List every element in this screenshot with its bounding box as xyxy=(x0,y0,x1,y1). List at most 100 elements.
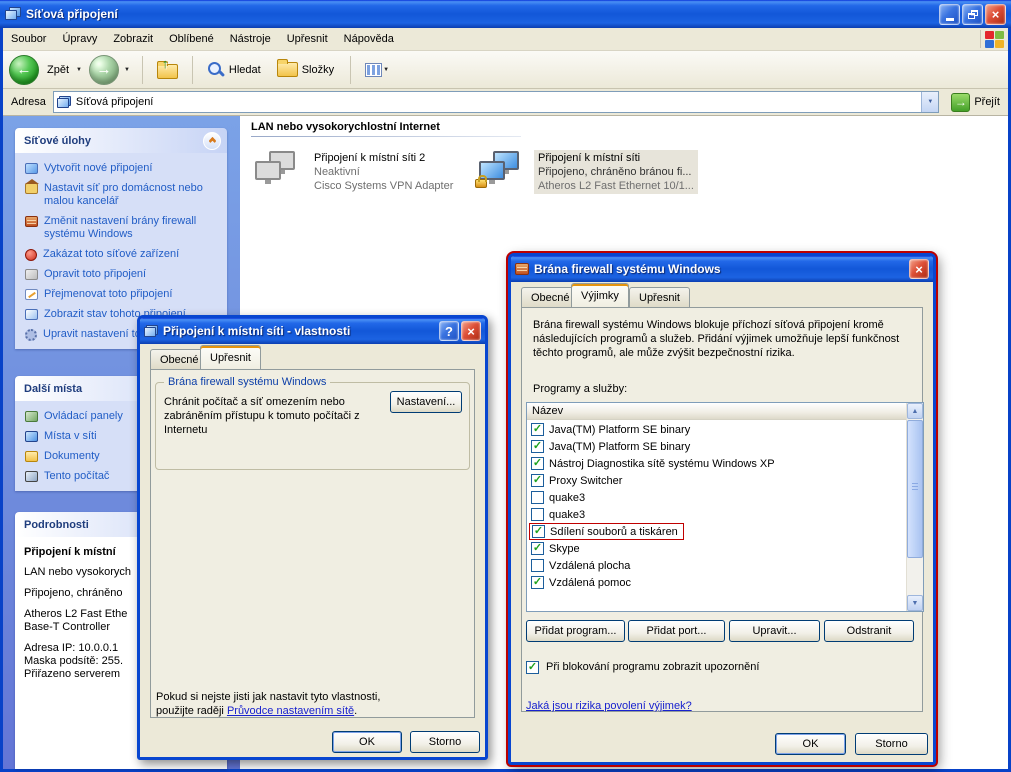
checkbox-checked[interactable]: ✓ xyxy=(531,423,544,436)
menu-oblibene[interactable]: Oblíbené xyxy=(161,29,222,49)
connection-icon xyxy=(144,325,158,338)
checkbox-unchecked[interactable] xyxy=(531,508,544,521)
views-dropdown-icon: ▼ xyxy=(383,67,389,73)
address-input[interactable]: Síťová připojení ▼ xyxy=(53,91,939,113)
network-setup-wizard-link[interactable]: Průvodce nastavením sítě xyxy=(227,705,354,717)
cancel-button[interactable]: Storno xyxy=(410,731,480,753)
list-rows: ✓Java(TM) Platform SE binary ✓Java(TM) P… xyxy=(527,421,906,591)
ok-button[interactable]: OK xyxy=(332,731,402,753)
task-repair-connection[interactable]: Opravit toto připojení xyxy=(25,268,221,281)
connection-text-selected: Připojení k místní síti Připojeno, chrán… xyxy=(534,150,698,194)
address-value: Síťová připojení xyxy=(76,96,154,108)
menu-upravy[interactable]: Úpravy xyxy=(54,29,105,49)
settings-button[interactable]: Nastavení... xyxy=(390,391,462,413)
windows-firewall-dialog: Brána firewall systému Windows × Obecné … xyxy=(508,253,936,765)
checkbox-checked[interactable]: ✓ xyxy=(532,525,545,538)
checkbox-checked[interactable]: ✓ xyxy=(531,440,544,453)
help-button[interactable]: ? xyxy=(439,321,459,341)
folders-button[interactable]: Složky xyxy=(272,59,341,80)
exception-row[interactable]: ✓Java(TM) Platform SE binary xyxy=(527,438,906,455)
tab-upresnit[interactable]: Upřesnit xyxy=(629,287,690,307)
task-change-firewall-settings[interactable]: Změnit nastavení brány firewall systému … xyxy=(25,215,221,241)
forward-dropdown-icon[interactable]: ▼ xyxy=(124,67,130,73)
restore-button[interactable] xyxy=(962,4,983,25)
task-disable-device[interactable]: Zakázat toto síťové zařízení xyxy=(25,248,221,261)
exception-row-file-sharing[interactable]: ✓ Sdílení souborů a tiskáren xyxy=(527,523,906,540)
list-column-header[interactable]: Název xyxy=(527,403,907,420)
exception-row[interactable]: ✓Java(TM) Platform SE binary xyxy=(527,421,906,438)
close-button[interactable]: × xyxy=(909,259,929,279)
task-create-connection[interactable]: Vytvořit nové připojení xyxy=(25,162,221,175)
close-button[interactable]: × xyxy=(985,4,1006,25)
exception-row[interactable]: ✓Proxy Switcher xyxy=(527,472,906,489)
menu-soubor[interactable]: Soubor xyxy=(3,29,54,49)
forward-button[interactable]: → xyxy=(89,55,119,85)
exception-label: Sdílení souborů a tiskáren xyxy=(550,526,678,538)
exceptions-list[interactable]: Název ✓Java(TM) Platform SE binary ✓Java… xyxy=(526,402,924,612)
repair-icon xyxy=(25,269,38,280)
home-network-icon xyxy=(25,183,38,194)
checkbox-unchecked[interactable] xyxy=(531,491,544,504)
menu-bar: Soubor Úpravy Zobrazit Oblíbené Nástroje… xyxy=(3,28,1008,51)
titlebar: Síťová připojení × xyxy=(0,0,1011,28)
back-button[interactable]: ← xyxy=(9,55,39,85)
checkbox-checked[interactable]: ✓ xyxy=(531,576,544,589)
add-program-button[interactable]: Přidat program... xyxy=(526,620,625,642)
close-button[interactable]: × xyxy=(461,321,481,341)
notify-checkbox-checked[interactable]: ✓ xyxy=(526,661,539,674)
exception-row[interactable]: quake3 xyxy=(527,506,906,523)
back-dropdown-icon[interactable]: ▼ xyxy=(76,67,82,73)
exception-row[interactable]: Vzdálená plocha xyxy=(527,557,906,574)
folder-up-icon: ↑ xyxy=(157,64,178,79)
dialog-titlebar: Připojení k místní síti - vlastnosti ? × xyxy=(140,318,485,344)
add-port-button[interactable]: Přidat port... xyxy=(628,620,725,642)
collapse-button[interactable] xyxy=(203,132,221,150)
up-button[interactable]: ↑ xyxy=(152,58,183,82)
network-tasks-header[interactable]: Síťové úlohy xyxy=(15,128,227,153)
risks-help-link[interactable]: Jaká jsou rizika povolení výjimek? xyxy=(526,700,692,712)
connection-item-lan[interactable]: Připojení k místní síti Připojeno, chrán… xyxy=(477,150,698,194)
scroll-up-icon: ▲ xyxy=(912,408,919,415)
menu-zobrazit[interactable]: Zobrazit xyxy=(105,29,161,49)
connection-status: Neaktivní xyxy=(314,165,453,179)
task-setup-home-network[interactable]: Nastavit síť pro domácnost nebo malou ka… xyxy=(25,182,221,208)
menu-napoveda[interactable]: Nápověda xyxy=(336,29,402,49)
connection-item-lan2[interactable]: Připojení k místní síti 2 Neaktivní Cisc… xyxy=(253,150,457,194)
ok-button[interactable]: OK xyxy=(775,733,846,755)
scrollbar-thumb[interactable] xyxy=(907,420,923,558)
notify-label: Při blokování programu zobrazit upozorně… xyxy=(546,660,759,674)
folders-icon xyxy=(277,62,298,77)
exception-row[interactable]: ✓Vzdálená pomoc xyxy=(527,574,906,591)
scroll-up-button[interactable]: ▲ xyxy=(907,403,923,419)
section-header: LAN nebo vysokorychlostní Internet xyxy=(251,121,440,133)
checkbox-checked[interactable]: ✓ xyxy=(531,474,544,487)
connection-title: Připojení k místní síti 2 xyxy=(314,151,453,165)
menu-nastroje[interactable]: Nástroje xyxy=(222,29,279,49)
checkbox-unchecked[interactable] xyxy=(531,559,544,572)
close-icon: × xyxy=(915,263,923,276)
tab-vyjimky[interactable]: Výjimky xyxy=(571,283,629,307)
dialog-title: Brána firewall systému Windows xyxy=(534,262,907,276)
go-button[interactable]: → Přejít xyxy=(946,91,1005,114)
views-button[interactable]: ▼ xyxy=(360,60,397,80)
vertical-scrollbar[interactable]: ▲ ▼ xyxy=(906,403,923,611)
exception-row[interactable]: ✓Skype xyxy=(527,540,906,557)
programs-services-label: Programy a služby: xyxy=(533,382,627,396)
address-dropdown-button[interactable]: ▼ xyxy=(921,92,938,112)
exception-row[interactable]: ✓Nástroj Diagnostika sítě systému Window… xyxy=(527,455,906,472)
edit-button[interactable]: Upravit... xyxy=(729,620,820,642)
minimize-button[interactable] xyxy=(939,4,960,25)
tab-upresnit[interactable]: Upřesnit xyxy=(200,345,261,369)
checkbox-checked[interactable]: ✓ xyxy=(531,542,544,555)
back-label[interactable]: Zpět xyxy=(47,64,69,76)
remove-button[interactable]: Odstranit xyxy=(824,620,914,642)
cancel-button[interactable]: Storno xyxy=(855,733,928,755)
task-rename-connection[interactable]: Přejmenovat toto připojení xyxy=(25,288,221,301)
menu-upresnit[interactable]: Upřesnit xyxy=(279,29,336,49)
scroll-down-button[interactable]: ▼ xyxy=(907,595,923,611)
checkbox-checked[interactable]: ✓ xyxy=(531,457,544,470)
rename-icon xyxy=(25,289,38,300)
details-title: Podrobnosti xyxy=(24,519,89,531)
exception-row[interactable]: quake3 xyxy=(527,489,906,506)
search-button[interactable]: Hledat xyxy=(202,58,268,82)
